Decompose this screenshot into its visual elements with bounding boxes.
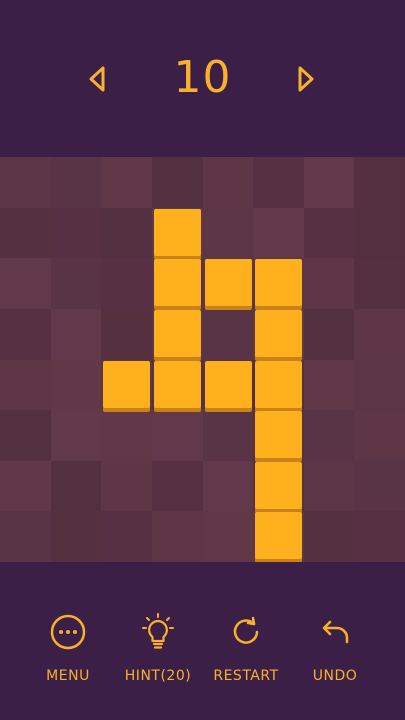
restart-label: RESTART xyxy=(213,668,279,684)
board-cell xyxy=(50,511,102,562)
board-cell xyxy=(151,410,203,462)
board-cell xyxy=(354,359,405,411)
undo-label: UNDO xyxy=(312,668,358,684)
board-cell xyxy=(101,308,153,360)
board-cell xyxy=(354,460,405,512)
board-cell xyxy=(101,157,153,208)
board-cell xyxy=(354,207,405,259)
board-cell xyxy=(101,207,153,259)
board-cell xyxy=(0,157,51,208)
board-cell xyxy=(50,359,102,411)
board-cell xyxy=(202,460,254,512)
board-cell xyxy=(0,460,51,512)
block-tile[interactable] xyxy=(153,309,201,357)
board-cell xyxy=(202,410,254,462)
board-cell xyxy=(303,308,355,360)
board-cell xyxy=(50,258,102,310)
board-cell xyxy=(202,308,254,360)
board-cell xyxy=(101,410,153,462)
board-cell xyxy=(354,410,405,462)
board-cell xyxy=(303,511,355,562)
board-cell xyxy=(0,410,51,462)
bottom-toolbar: MENU HINT(20) RESTART UNDO xyxy=(0,562,405,720)
board-cell xyxy=(0,207,51,259)
block-tile[interactable] xyxy=(204,360,252,408)
board-cell xyxy=(303,157,355,208)
board-cell xyxy=(50,410,102,462)
undo-icon xyxy=(322,620,349,644)
game-board[interactable] xyxy=(0,157,405,562)
board-cell xyxy=(0,308,51,360)
block-tile[interactable] xyxy=(255,259,303,307)
board-cell xyxy=(354,511,405,562)
board-cell xyxy=(303,258,355,310)
restart-icon xyxy=(233,616,259,644)
block-tile[interactable] xyxy=(255,512,303,560)
board-cell xyxy=(50,460,102,512)
board-cell xyxy=(50,207,102,259)
block-tile[interactable] xyxy=(255,461,303,509)
top-bar: 10 xyxy=(0,0,405,157)
block-tile[interactable] xyxy=(255,309,303,357)
block-tile[interactable] xyxy=(255,360,303,408)
board-cell xyxy=(101,511,153,562)
board-cell xyxy=(101,258,153,310)
menu-dots-icon xyxy=(50,614,86,650)
board-cell xyxy=(354,157,405,208)
board-cell xyxy=(202,157,254,208)
hint-button[interactable]: HINT(20) xyxy=(113,612,203,692)
board-cell xyxy=(151,460,203,512)
board-cell xyxy=(303,207,355,259)
menu-button[interactable]: MENU xyxy=(23,612,113,692)
block-tile[interactable] xyxy=(153,360,201,408)
board-cell xyxy=(253,207,305,259)
hint-label: HINT(20) xyxy=(124,668,192,684)
block-tile[interactable] xyxy=(153,208,201,256)
board-cell xyxy=(151,157,203,208)
level-number: 10 xyxy=(173,52,232,103)
block-tile[interactable] xyxy=(204,259,252,307)
block-tile[interactable] xyxy=(103,360,151,408)
board-cell xyxy=(0,359,51,411)
block-tile[interactable] xyxy=(255,411,303,459)
board-cell xyxy=(303,460,355,512)
board-cell xyxy=(303,410,355,462)
undo-button[interactable]: UNDO xyxy=(290,612,380,692)
board-cell xyxy=(50,308,102,360)
board-cell xyxy=(253,157,305,208)
board-cell xyxy=(0,511,51,562)
board-cell xyxy=(101,460,153,512)
board-cell xyxy=(50,157,102,208)
block-tile[interactable] xyxy=(153,259,201,307)
next-level-button[interactable] xyxy=(289,62,323,96)
board-cell xyxy=(303,359,355,411)
board-cell xyxy=(354,308,405,360)
board-cell xyxy=(0,258,51,310)
triangle-right-icon xyxy=(298,66,314,92)
lightbulb-icon xyxy=(142,613,174,649)
board-cell xyxy=(151,511,203,562)
board-cell xyxy=(202,207,254,259)
restart-button[interactable]: RESTART xyxy=(201,612,291,692)
board-cell xyxy=(202,511,254,562)
board-cell xyxy=(354,258,405,310)
menu-label: MENU xyxy=(46,668,90,684)
